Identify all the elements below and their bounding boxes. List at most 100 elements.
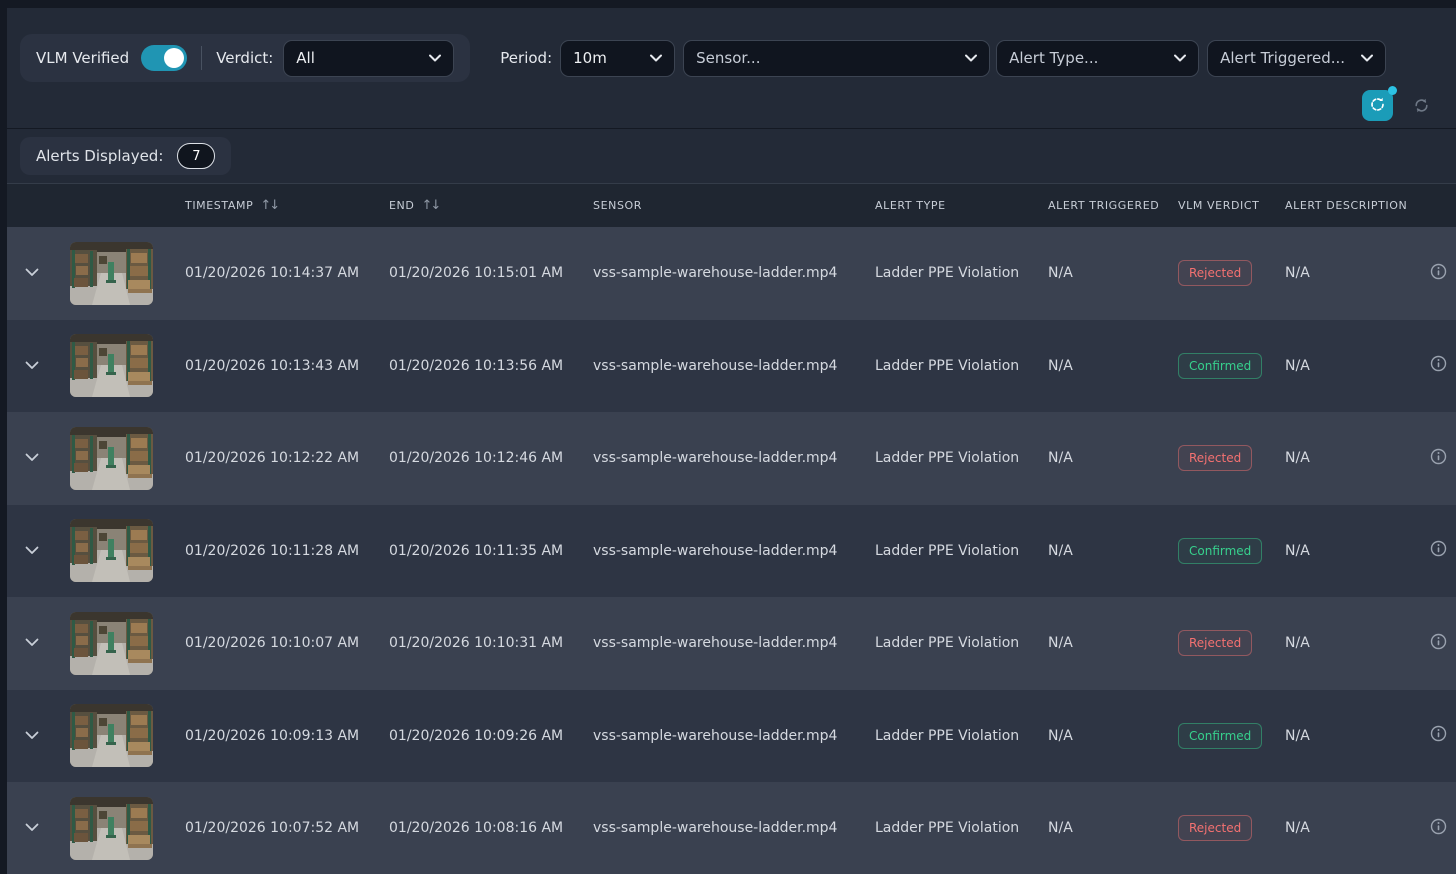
period-select[interactable]: 10m (560, 40, 675, 77)
row-expand-button[interactable] (7, 820, 56, 836)
chevron-down-icon (25, 820, 39, 836)
refresh-icon (1369, 96, 1386, 116)
vlm-verdict-cell: Confirmed (1170, 538, 1277, 564)
alert-triggered-select[interactable]: Alert Triggered... (1207, 40, 1386, 77)
sensor-cell: vss-sample-warehouse-ladder.mp4 (585, 635, 867, 651)
vlm-verified-label: VLM Verified (36, 49, 129, 67)
alert-description-cell: N/A (1277, 358, 1420, 374)
alert-triggered-cell: N/A (1040, 265, 1170, 281)
info-icon (1430, 633, 1447, 654)
sort-icon[interactable]: ↑↓ (260, 198, 278, 213)
warehouse-thumbnail-image (70, 612, 153, 675)
end-cell: 01/20/2026 10:15:01 AM (381, 265, 585, 281)
period-select-value: 10m (573, 49, 607, 67)
alert-thumbnail[interactable] (56, 612, 177, 675)
sensor-select[interactable]: Sensor... (683, 40, 990, 77)
table-row: 01/20/2026 10:07:52 AM 01/20/2026 10:08:… (7, 782, 1456, 874)
row-expand-button[interactable] (7, 635, 56, 651)
info-icon (1430, 725, 1447, 746)
table-row: 01/20/2026 10:13:43 AM 01/20/2026 10:13:… (7, 320, 1456, 413)
notification-dot (1388, 86, 1397, 95)
row-expand-button[interactable] (7, 543, 56, 559)
header-timestamp[interactable]: TIMESTAMP ↑↓ (177, 198, 381, 213)
info-button[interactable] (1420, 540, 1456, 561)
alert-description-cell: N/A (1277, 728, 1420, 744)
verdict-label: Verdict: (216, 49, 273, 67)
info-icon (1430, 818, 1447, 839)
timestamp-cell: 01/20/2026 10:11:28 AM (177, 543, 381, 559)
row-expand-button[interactable] (7, 265, 56, 281)
alert-triggered-cell: N/A (1040, 635, 1170, 651)
alert-thumbnail[interactable] (56, 519, 177, 582)
sensor-cell: vss-sample-warehouse-ladder.mp4 (585, 450, 867, 466)
filter-panel: VLM Verified Verdict: All Period: 10m (7, 8, 1456, 128)
sensor-cell: vss-sample-warehouse-ladder.mp4 (585, 728, 867, 744)
alert-thumbnail[interactable] (56, 704, 177, 767)
info-icon (1430, 355, 1447, 376)
vlm-verified-toggle[interactable] (141, 45, 187, 71)
sensor-select-placeholder: Sensor... (696, 49, 760, 67)
divider (201, 46, 202, 70)
vlm-verdict-cell: Rejected (1170, 445, 1277, 471)
vlm-verdict-filter-group: VLM Verified Verdict: All (20, 34, 470, 82)
warehouse-thumbnail-image (70, 427, 153, 490)
header-alert-triggered: ALERT TRIGGERED (1040, 199, 1170, 212)
alert-type-cell: Ladder PPE Violation (867, 635, 1040, 651)
row-expand-button[interactable] (7, 728, 56, 744)
end-cell: 01/20/2026 10:12:46 AM (381, 450, 585, 466)
chevron-down-icon (25, 265, 39, 281)
period-label: Period: (500, 49, 552, 67)
verdict-select[interactable]: All (283, 40, 454, 77)
info-button[interactable] (1420, 263, 1456, 284)
info-button[interactable] (1420, 725, 1456, 746)
end-cell: 01/20/2026 10:10:31 AM (381, 635, 585, 651)
alerts-count-badge: 7 (177, 143, 215, 169)
chevron-down-icon (650, 54, 662, 62)
alert-thumbnail[interactable] (56, 242, 177, 305)
row-expand-button[interactable] (7, 450, 56, 466)
end-cell: 01/20/2026 10:08:16 AM (381, 820, 585, 836)
end-cell: 01/20/2026 10:11:35 AM (381, 543, 585, 559)
info-button[interactable] (1420, 818, 1456, 839)
sensor-cell: vss-sample-warehouse-ladder.mp4 (585, 358, 867, 374)
sync-icon[interactable] (1413, 97, 1430, 114)
info-button[interactable] (1420, 448, 1456, 469)
alert-description-cell: N/A (1277, 265, 1420, 281)
table-body: 01/20/2026 10:14:37 AM 01/20/2026 10:15:… (7, 227, 1456, 874)
alert-type-select[interactable]: Alert Type... (996, 40, 1199, 77)
alerts-displayed-label: Alerts Displayed: (36, 147, 163, 165)
alert-triggered-cell: N/A (1040, 358, 1170, 374)
filter-row: VLM Verified Verdict: All Period: 10m (7, 8, 1456, 82)
info-button[interactable] (1420, 633, 1456, 654)
page: VLM Verified Verdict: All Period: 10m (0, 0, 1456, 874)
table-row: 01/20/2026 10:10:07 AM 01/20/2026 10:10:… (7, 597, 1456, 690)
warehouse-thumbnail-image (70, 334, 153, 397)
vlm-verdict-badge: Confirmed (1178, 538, 1262, 564)
refresh-button[interactable] (1362, 90, 1393, 121)
vlm-verdict-badge: Rejected (1178, 815, 1252, 841)
header-end[interactable]: END ↑↓ (381, 198, 585, 213)
row-expand-button[interactable] (7, 358, 56, 374)
end-cell: 01/20/2026 10:13:56 AM (381, 358, 585, 374)
warehouse-thumbnail-image (70, 519, 153, 582)
chevron-down-icon (1361, 54, 1373, 62)
timestamp-cell: 01/20/2026 10:09:13 AM (177, 728, 381, 744)
sort-icon[interactable]: ↑↓ (421, 198, 439, 213)
vlm-verdict-cell: Confirmed (1170, 723, 1277, 749)
vlm-verdict-cell: Rejected (1170, 260, 1277, 286)
warehouse-thumbnail-image (70, 797, 153, 860)
info-button[interactable] (1420, 355, 1456, 376)
vlm-verdict-badge: Confirmed (1178, 353, 1262, 379)
alert-triggered-cell: N/A (1040, 450, 1170, 466)
alert-triggered-cell: N/A (1040, 543, 1170, 559)
alert-thumbnail[interactable] (56, 797, 177, 860)
alerts-displayed-chip: Alerts Displayed: 7 (20, 137, 231, 175)
info-icon (1430, 540, 1447, 561)
chevron-down-icon (429, 54, 441, 62)
alert-thumbnail[interactable] (56, 427, 177, 490)
vlm-verdict-badge: Rejected (1178, 445, 1252, 471)
alert-type-select-placeholder: Alert Type... (1009, 49, 1098, 67)
alert-thumbnail[interactable] (56, 334, 177, 397)
warehouse-thumbnail-image (70, 704, 153, 767)
header-end-label: END (389, 199, 414, 212)
